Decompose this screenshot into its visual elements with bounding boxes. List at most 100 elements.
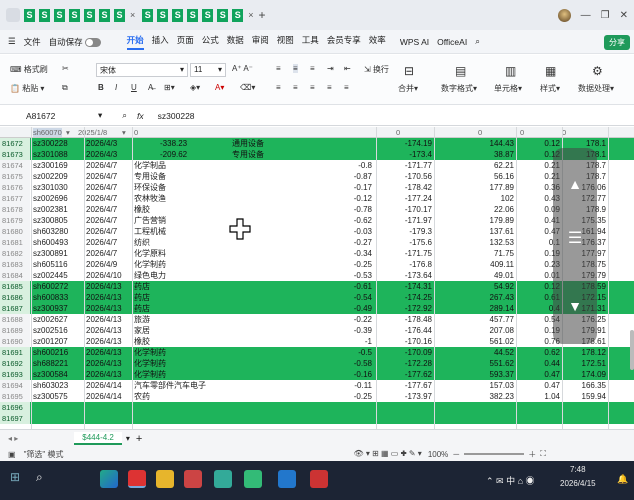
row-number[interactable]: 81678: [0, 204, 30, 215]
cell-industry[interactable]: 化学制药: [134, 369, 166, 380]
arrow-down-icon[interactable]: ▼: [553, 298, 597, 314]
cell-date[interactable]: 2026/4/9: [86, 259, 117, 270]
autosave-toggle[interactable]: [84, 37, 101, 47]
macro-icon[interactable]: ▣: [8, 450, 16, 459]
zoom-out-icon[interactable]: －: [452, 449, 460, 460]
cell-value[interactable]: -170.16: [405, 336, 432, 347]
cell-industry[interactable]: 药店: [134, 292, 150, 303]
avatar[interactable]: [557, 9, 571, 22]
cell-industry[interactable]: 汽车零部件汽车电子: [134, 380, 206, 391]
menu-item[interactable]: 开始: [126, 34, 144, 50]
cell-code[interactable]: sh605116: [33, 259, 68, 270]
cell-value[interactable]: -172.92: [405, 303, 432, 314]
row-number[interactable]: 81683: [0, 259, 30, 270]
cell-code[interactable]: sz300228: [33, 138, 68, 149]
clock-time[interactable]: 7:48: [570, 465, 586, 474]
cell-industry[interactable]: 专用设备: [232, 149, 264, 160]
cell-code[interactable]: sh600493: [33, 237, 68, 248]
row-number[interactable]: 81691: [0, 347, 30, 358]
workbook-tab[interactable]: S: [202, 6, 214, 24]
table-row[interactable]: 81695 sz300575 2026/4/14 农药 -0.25 -173.97 382.…: [0, 391, 634, 402]
justify-icon[interactable]: ≡: [327, 83, 332, 92]
row-number[interactable]: 81677: [0, 193, 30, 204]
cell-date[interactable]: 2026/4/14: [86, 391, 122, 402]
merge-button[interactable]: 合并▾: [398, 83, 418, 94]
table-row[interactable]: 81692 sh688221 2026/4/13 化学制药 -0.58 -172.28 55…: [0, 358, 634, 369]
table-row[interactable]: 81685 sh600272 2026/4/13 药店 -0.61 -174.31 54.9…: [0, 281, 634, 292]
cell-date[interactable]: 2026/4/3: [86, 138, 117, 149]
table-row[interactable]: 81672 sz300228 2026/4/3 -338.23 通用设备 -174.19 1…: [0, 138, 634, 149]
cell-date[interactable]: 2026/4/7: [86, 248, 117, 259]
cell-value[interactable]: -173.4: [409, 149, 432, 160]
search-icon[interactable]: ⌕: [475, 36, 480, 47]
menu-item[interactable]: 工具: [302, 34, 319, 50]
workbook-tab[interactable]: S: [69, 6, 80, 24]
workbook-tab[interactable]: S: [157, 6, 169, 24]
cell-code[interactable]: sz002516: [33, 325, 68, 336]
font-color-icon[interactable]: A▾: [215, 83, 224, 92]
underline-icon[interactable]: U: [131, 83, 137, 92]
cell-code[interactable]: sh600216: [33, 347, 68, 358]
cell-value[interactable]: -173.97: [405, 391, 432, 402]
row-number[interactable]: 81674: [0, 160, 30, 171]
row-number[interactable]: 81693: [0, 369, 30, 380]
cell-industry[interactable]: 旅游: [134, 314, 150, 325]
notification-icon[interactable]: 🔔: [617, 474, 628, 485]
font-name-select[interactable]: 宋体 ▾: [96, 63, 188, 77]
table-row[interactable]: 81694 sh603023 2026/4/14 汽车零部件汽车电子 -0.11 -177…: [0, 380, 634, 391]
cell-change[interactable]: -0.12: [354, 193, 372, 204]
minimize-icon[interactable]: —: [581, 10, 591, 21]
row-number[interactable]: 81672: [0, 138, 30, 149]
cell-change[interactable]: -0.25: [354, 259, 372, 270]
cell-date[interactable]: 2026/4/13: [86, 314, 122, 325]
cell-change[interactable]: -0.53: [354, 270, 372, 281]
outdent-icon[interactable]: ⇤: [344, 64, 351, 73]
cell-change[interactable]: -0.49: [354, 303, 372, 314]
cell-code[interactable]: sz002209: [33, 171, 68, 182]
cell-value[interactable]: 0.44: [544, 358, 560, 369]
cell-value[interactable]: -177.62: [405, 369, 432, 380]
app-icon[interactable]: [244, 470, 262, 488]
menu-item[interactable]: 会员专享: [327, 34, 361, 50]
file-explorer-icon[interactable]: [156, 470, 174, 488]
row-number[interactable]: 81679: [0, 215, 30, 226]
cell-industry[interactable]: 药店: [134, 281, 150, 292]
number-format-button[interactable]: 数字格式▾: [441, 83, 477, 94]
row-number[interactable]: 81695: [0, 391, 30, 402]
font-grow-icon[interactable]: A⁺ A⁻: [232, 64, 253, 73]
cell-change[interactable]: -0.17: [354, 182, 372, 193]
cell-code[interactable]: sz002696: [33, 193, 68, 204]
cell-change[interactable]: -0.03: [354, 226, 372, 237]
cell-value[interactable]: 1.04: [544, 391, 560, 402]
edge-icon[interactable]: [214, 470, 232, 488]
align-right-icon[interactable]: ≡: [310, 83, 315, 92]
row-number[interactable]: 81686: [0, 292, 30, 303]
style-button[interactable]: 样式▾: [540, 83, 560, 94]
cell-value[interactable]: -178.48: [405, 314, 432, 325]
filter-dropdown-icon[interactable]: ▾: [66, 128, 70, 137]
row-number[interactable]: 81682: [0, 248, 30, 259]
cell-value[interactable]: 54.92: [494, 281, 514, 292]
cell-date[interactable]: 2026/4/7: [86, 171, 117, 182]
table-row[interactable]: 81673 sz301088 2026/4/3 -209.62 专用设备 -173.4 38…: [0, 149, 634, 160]
row-number[interactable]: 81688: [0, 314, 30, 325]
cell-change[interactable]: -0.5: [358, 347, 372, 358]
table-row[interactable]: 81683 sh605116 2026/4/9 化学制药 -0.25 -176.8 409.…: [0, 259, 634, 270]
cell-date[interactable]: 2026/4/13: [86, 358, 122, 369]
font-size-select[interactable]: 11 ▾: [190, 63, 226, 77]
table-row[interactable]: 81681 sh600493 2026/4/7 纺织 -0.27 -175.6 132.53…: [0, 237, 634, 248]
cell-code[interactable]: sz300805: [33, 215, 68, 226]
cell-change[interactable]: -0.78: [354, 204, 372, 215]
cell-code[interactable]: sh600833: [33, 292, 68, 303]
cell-industry[interactable]: 通用设备: [232, 138, 264, 149]
row-number[interactable]: 81673: [0, 149, 30, 160]
table-row[interactable]: 81688 sz002627 2026/4/13 旅游 -0.22 -178.48 457.…: [0, 314, 634, 325]
table-row[interactable]: 81679 sz300805 2026/4/7 广告营销 -0.62 -171.97 179…: [0, 215, 634, 226]
table-row[interactable]: 81691 sh600216 2026/4/13 化学制药 -0.5 -170.09 44.…: [0, 347, 634, 358]
workbook-tab[interactable]: S: [54, 6, 65, 24]
cell-date[interactable]: 2026/4/13: [86, 303, 122, 314]
cell-value[interactable]: -174.19: [405, 138, 432, 149]
cell-date[interactable]: 2026/4/7: [86, 204, 117, 215]
cell-change[interactable]: -0.27: [354, 237, 372, 248]
cell-value[interactable]: 207.08: [490, 325, 514, 336]
